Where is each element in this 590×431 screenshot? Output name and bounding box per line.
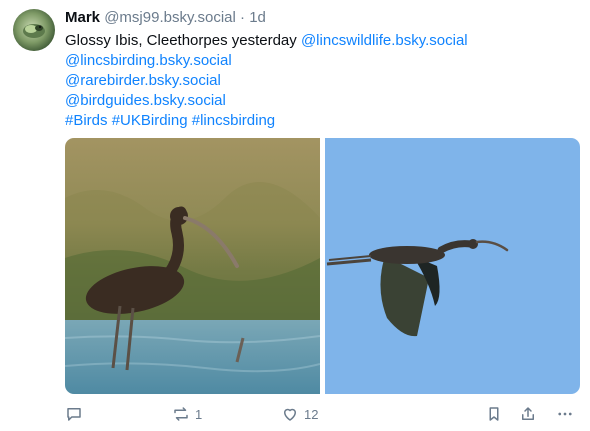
like-button[interactable]: 12 <box>281 402 318 426</box>
share-button[interactable] <box>519 402 537 426</box>
mention-link[interactable]: @lincswildlife.bsky.social <box>301 32 468 49</box>
post-line-1: Glossy Ibis, Cleethorpes yesterday @linc… <box>65 31 565 51</box>
reply-icon <box>67 408 81 421</box>
bookmark-button[interactable] <box>485 402 503 426</box>
post-text-plain: Glossy Ibis, Cleethorpes yesterday <box>65 32 297 49</box>
share-icon <box>522 407 534 420</box>
mention-link[interactable]: @birdguides.bsky.social <box>65 91 565 111</box>
post-actions: 1 12 <box>65 402 580 426</box>
like-count: 12 <box>304 406 319 422</box>
repost-icon <box>174 407 188 421</box>
heart-icon <box>284 408 296 421</box>
more-icon <box>558 412 572 416</box>
author-handle[interactable]: @msj99.bsky.social <box>104 9 236 26</box>
repost-count: 1 <box>195 406 203 422</box>
hashtag-link[interactable]: #Birds <box>65 112 108 129</box>
hashtag-link[interactable]: #UKBirding <box>112 112 188 129</box>
flying-ibis-photo <box>325 138 580 394</box>
more-options-button[interactable] <box>555 402 575 426</box>
wading-ibis-image[interactable] <box>65 138 320 394</box>
avatar[interactable] <box>13 9 55 51</box>
mention-link[interactable]: @rarebirder.bsky.social <box>65 71 565 91</box>
hashtag-link[interactable]: #lincsbirding <box>192 112 275 129</box>
wading-ibis-photo <box>65 138 320 394</box>
reply-button[interactable] <box>65 402 88 426</box>
hashtags-line: #Birds #UKBirding #lincsbirding <box>65 111 565 131</box>
separator: · <box>240 9 246 26</box>
post-text: Glossy Ibis, Cleethorpes yesterday @linc… <box>65 31 565 131</box>
bookmark-icon <box>489 407 499 421</box>
mention-link[interactable]: @lincsbirding.bsky.social <box>65 51 565 71</box>
repost-button[interactable]: 1 <box>172 402 202 426</box>
author-name[interactable]: Mark <box>65 9 100 26</box>
flying-ibis-image[interactable] <box>325 138 580 394</box>
avatar-bird-icon <box>23 24 45 38</box>
post-header: Mark @msj99.bsky.social · 1d <box>65 8 266 28</box>
post-time[interactable]: 1d <box>249 9 266 26</box>
image-gallery <box>65 138 580 394</box>
